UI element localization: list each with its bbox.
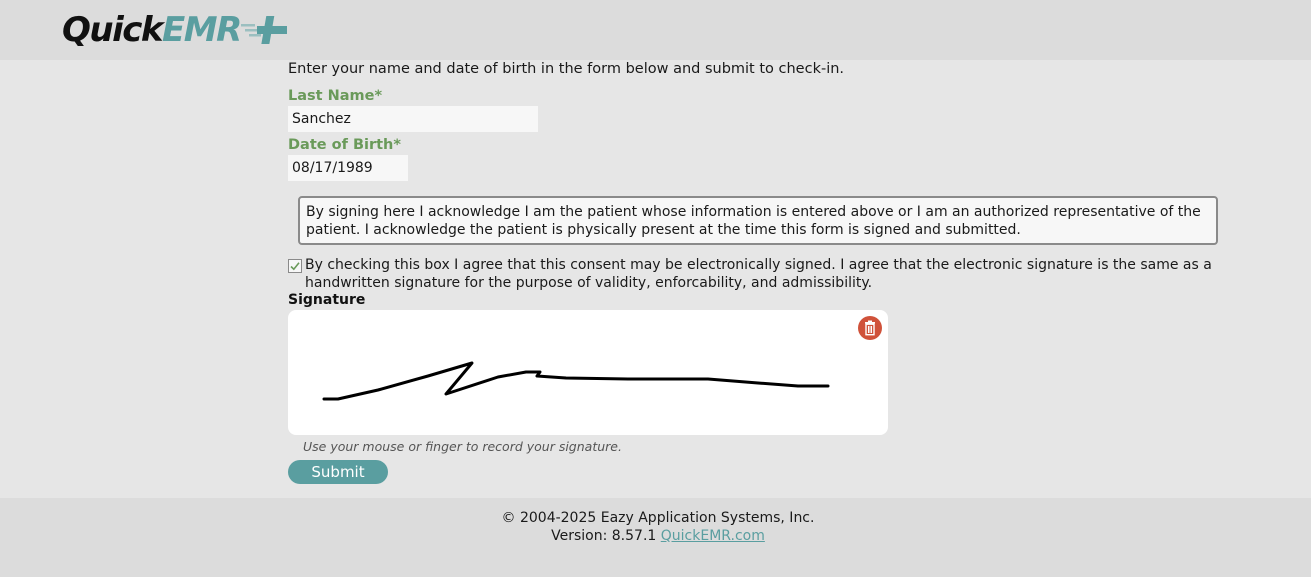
dob-input[interactable]: 08/17/1989	[288, 155, 408, 181]
signature-hint: Use your mouse or finger to record your …	[303, 439, 622, 454]
submit-button[interactable]: Submit	[288, 460, 388, 484]
page-footer: © 2004-2025 Eazy Application Systems, In…	[0, 498, 1311, 577]
version-line: Version: 8.57.1 QuickEMR.com	[0, 527, 1311, 545]
copyright-text: © 2004-2025 Eazy Application Systems, In…	[501, 510, 815, 526]
signature-stroke	[322, 361, 830, 401]
intro-text: Enter your name and date of birth in the…	[288, 61, 845, 77]
signature-pad[interactable]	[288, 310, 888, 435]
quickemr-link[interactable]: QuickEMR.com	[661, 528, 765, 544]
logo-quick-text: Quick	[62, 10, 164, 50]
dob-label: Date of Birth*	[288, 137, 401, 153]
logo-plus-icon	[240, 16, 287, 44]
acknowledgement-box: By signing here I acknowledge I am the p…	[298, 196, 1218, 245]
consent-text: By checking this box I agree that this c…	[305, 257, 1212, 291]
consent-row: By checking this box I agree that this c…	[288, 256, 1218, 292]
checkmark-icon	[290, 262, 300, 271]
clear-signature-button[interactable]	[858, 316, 882, 340]
last-name-input[interactable]: Sanchez	[288, 106, 538, 132]
last-name-label: Last Name*	[288, 88, 383, 104]
signature-label: Signature	[288, 292, 366, 308]
checkin-form: Enter your name and date of birth in the…	[0, 60, 1311, 498]
logo-emr-text: EMR	[162, 10, 242, 50]
version-text: Version: 8.57.1	[551, 528, 657, 544]
consent-checkbox[interactable]	[288, 259, 302, 273]
page-header: Quick EMR	[0, 0, 1311, 60]
trash-icon	[865, 320, 875, 336]
quickemr-logo: Quick EMR	[62, 12, 291, 48]
